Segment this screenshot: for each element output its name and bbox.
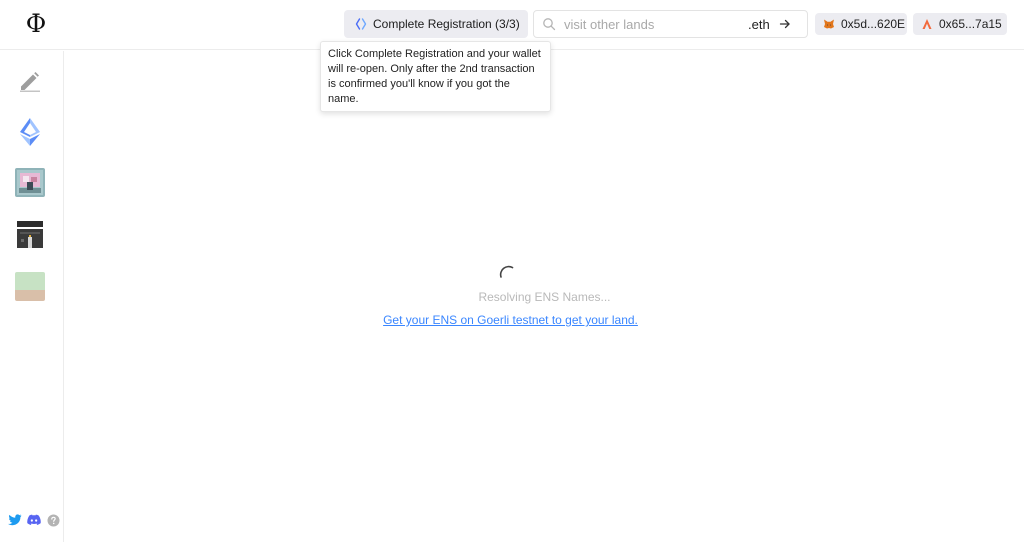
complete-registration-button[interactable]: Complete Registration (3/3): [344, 10, 528, 38]
complete-registration-label: Complete Registration (3/3): [373, 17, 520, 31]
land-thumbnail-icon: [15, 167, 45, 197]
sidebar-item-land-3[interactable]: [15, 271, 45, 301]
twitter-icon[interactable]: [8, 513, 22, 527]
wallet-button-network[interactable]: 0x65...7a15: [913, 13, 1007, 35]
phi-logo[interactable]: Φ: [22, 8, 50, 40]
search-suffix: .eth: [748, 16, 770, 32]
wallet-button-metamask[interactable]: 0x5d...620E: [815, 13, 907, 35]
discord-icon[interactable]: [27, 513, 41, 527]
sidebar-item-ens[interactable]: [15, 117, 45, 147]
pencil-icon: [20, 72, 40, 92]
sidebar-item-land-2[interactable]: [15, 219, 45, 249]
building-icon: [15, 219, 45, 249]
wallet-address-2: 0x65...7a15: [939, 17, 1002, 31]
land-tile-icon: [15, 271, 45, 301]
loading-status-text: Resolving ENS Names...: [478, 290, 611, 304]
loading-spinner-icon: [497, 263, 519, 285]
search-bar: .eth: [533, 10, 808, 38]
help-icon[interactable]: [46, 513, 60, 527]
get-ens-link[interactable]: Get your ENS on Goerli testnet to get yo…: [383, 313, 638, 327]
ens-icon: [355, 18, 367, 30]
sidebar: [0, 51, 64, 542]
ens-logo-icon: [20, 118, 40, 146]
search-submit-button[interactable]: [776, 15, 794, 33]
arrow-right-icon: [779, 19, 790, 29]
social-links: [3, 513, 60, 527]
search-input[interactable]: [564, 16, 744, 32]
arbitrum-icon: [921, 18, 933, 30]
sidebar-item-edit[interactable]: [15, 66, 45, 96]
metamask-icon: [823, 18, 835, 30]
sidebar-item-land-1[interactable]: [15, 167, 45, 197]
wallet-address-1: 0x5d...620E: [841, 17, 906, 31]
search-icon: [542, 17, 556, 31]
